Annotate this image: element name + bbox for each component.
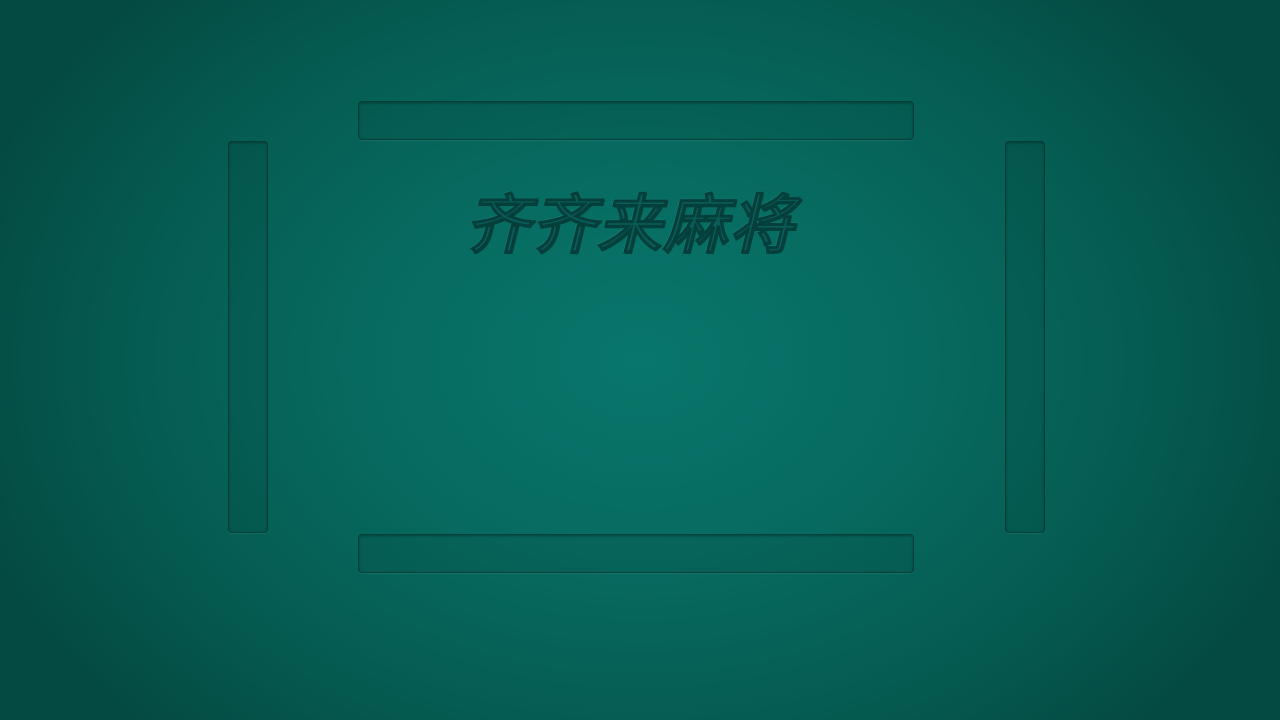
right-player-tile-tray	[1005, 141, 1045, 533]
game-title: 齐齐来麻将	[465, 188, 795, 264]
mahjong-table: 齐齐来麻将	[0, 0, 1280, 720]
bottom-player-tile-tray	[358, 534, 914, 573]
left-player-tile-tray	[228, 141, 268, 533]
top-player-tile-tray	[358, 101, 914, 140]
